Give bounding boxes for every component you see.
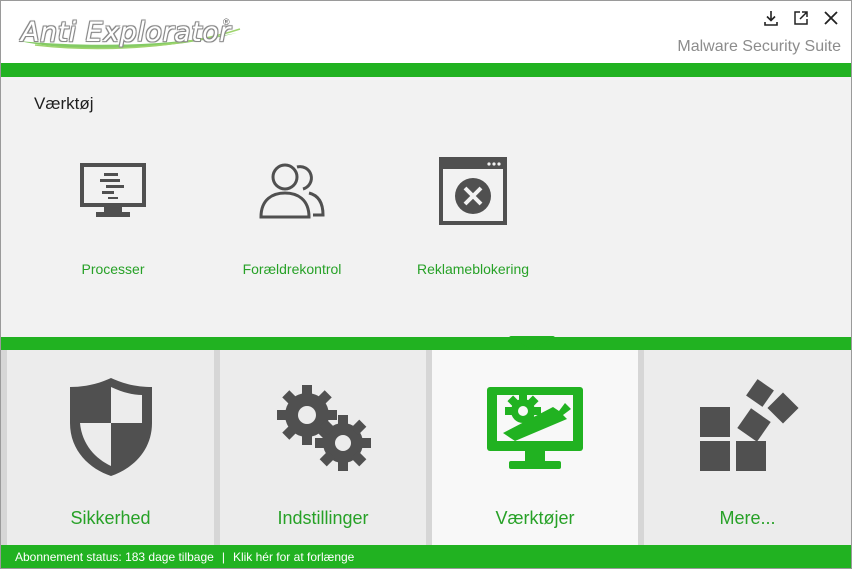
gears-icon (220, 372, 426, 482)
nav-tile-mere[interactable]: Mere... (638, 350, 851, 545)
users-icon (252, 151, 332, 231)
blocks-icon (644, 372, 851, 482)
download-icon (764, 11, 778, 26)
nav-tile-sikkerhed[interactable]: Sikkerhed (1, 350, 214, 545)
nav-tile-indstillinger[interactable]: Indstillinger (214, 350, 426, 545)
logo-text: Anti Explorator (21, 17, 231, 48)
window-controls (759, 7, 843, 29)
monitor-process-icon (73, 151, 153, 231)
popout-button[interactable] (789, 7, 813, 29)
subscription-status: Abonnement status: 183 dage tilbage (15, 550, 214, 564)
download-button[interactable] (759, 7, 783, 29)
status-bar: Abonnement status: 183 dage tilbage | Kl… (1, 545, 851, 568)
header-accent-bar (1, 63, 851, 77)
tool-processer[interactable]: Processer (33, 151, 193, 291)
main-nav: Sikkerhed Indstillinger Værktøjer Mere..… (1, 350, 851, 545)
nav-label: Mere... (719, 508, 776, 528)
tool-foraeldrekontrol[interactable]: Forældrekontrol (212, 151, 372, 291)
tool-label: Reklameblokering (416, 261, 530, 277)
nav-label: Sikkerhed (70, 508, 151, 528)
close-icon (824, 11, 838, 25)
renew-link[interactable]: Klik hér for at forlænge (233, 550, 354, 564)
suite-title: Malware Security Suite (677, 38, 841, 55)
external-window-icon (794, 11, 808, 25)
tools-monitor-icon (432, 372, 638, 482)
tool-label: Forældrekontrol (242, 261, 342, 277)
active-tab-pointer (509, 336, 555, 350)
nav-label: Indstillinger (277, 508, 369, 528)
nav-tile-vaerktoejer[interactable]: Værktøjer (426, 350, 638, 545)
shield-icon (7, 372, 214, 482)
header: Anti Explorator ® Malware Security Suite (1, 1, 851, 63)
status-separator: | (221, 550, 225, 564)
nav-accent-bar (1, 337, 851, 350)
tool-reklameblokering[interactable]: Reklameblokering (393, 151, 553, 291)
panel-title: Værktøj (34, 94, 94, 113)
app-window: Anti Explorator ® Malware Security Suite (0, 0, 852, 569)
logo-registered-mark: ® (223, 17, 230, 27)
nav-label: Værktøjer (495, 508, 575, 528)
close-button[interactable] (819, 7, 843, 29)
window-block-icon (433, 151, 513, 231)
tool-label: Processer (81, 261, 145, 277)
app-logo: Anti Explorator ® (15, 7, 245, 57)
